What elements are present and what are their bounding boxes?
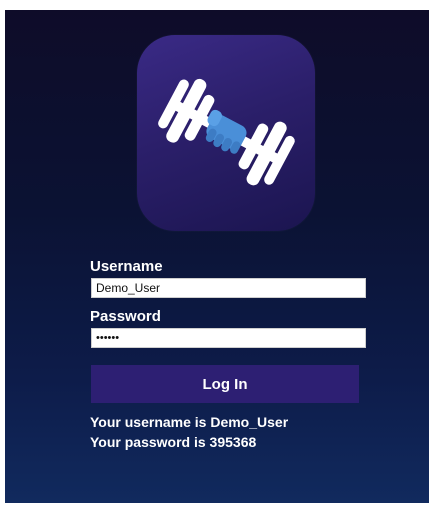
password-input[interactable]	[91, 328, 366, 348]
login-form: Username Password Log In Your username i…	[90, 258, 370, 452]
username-status-text: Your username is Demo_User	[90, 414, 289, 430]
username-input[interactable]	[91, 278, 366, 298]
app-logo	[137, 35, 315, 231]
app-frame: Username Password Log In Your username i…	[5, 10, 429, 503]
login-button[interactable]: Log In	[91, 365, 359, 403]
password-label: Password	[90, 308, 161, 325]
dumbbell-fist-icon	[158, 78, 295, 186]
username-label: Username	[90, 258, 163, 275]
password-status-text: Your password is 395368	[90, 434, 257, 450]
